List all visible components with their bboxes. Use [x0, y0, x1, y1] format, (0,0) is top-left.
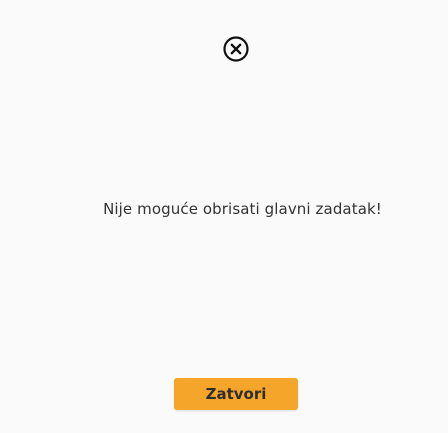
- close-circle-icon: [222, 35, 250, 63]
- close-button[interactable]: Zatvori: [174, 378, 298, 410]
- error-dialog: Nije moguće obrisati glavni zadatak! Zat…: [0, 0, 448, 433]
- error-message: Nije moguće obrisati glavni zadatak!: [103, 200, 382, 218]
